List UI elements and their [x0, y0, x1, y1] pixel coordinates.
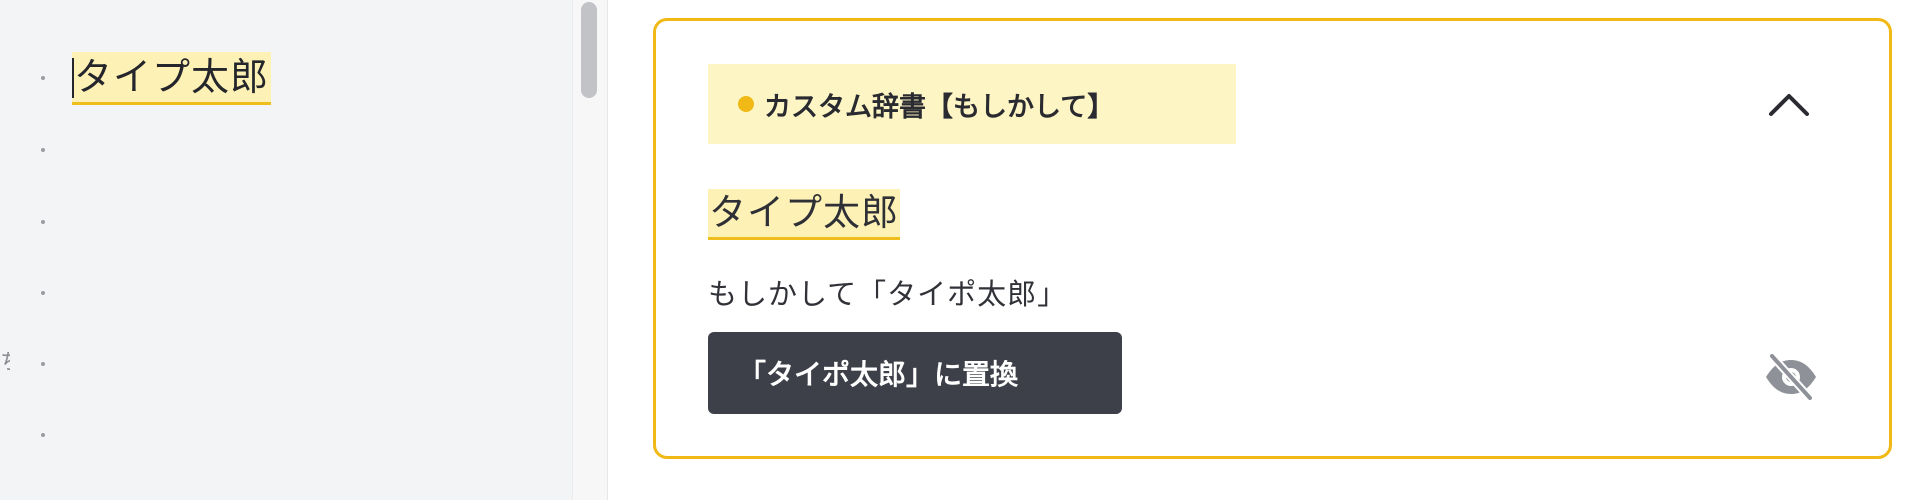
- line-marker-dot: [41, 76, 45, 80]
- gutter-text-fragment: ち: [0, 352, 10, 374]
- ignore-button[interactable]: [1761, 349, 1821, 405]
- editor-scrollbar[interactable]: [572, 0, 608, 500]
- line-marker-dot: [41, 433, 45, 437]
- app-window: ち タイプ太郎 カスタム辞書【もしかして】 タイプ太郎 もしかして「タイポ太郎」: [0, 0, 1920, 500]
- replace-button[interactable]: 「タイポ太郎」に置換: [708, 332, 1122, 414]
- collapse-button[interactable]: [1764, 79, 1814, 129]
- suggestion-panel: カスタム辞書【もしかして】 タイプ太郎 もしかして「タイポ太郎」 「タイポ太郎」…: [608, 0, 1920, 500]
- line-marker-dot: [41, 362, 45, 366]
- flagged-word: タイプ太郎: [708, 189, 900, 240]
- chevron-up-icon: [1769, 94, 1809, 116]
- line-marker-dot: [41, 220, 45, 224]
- editor-pane[interactable]: ち タイプ太郎: [0, 0, 572, 500]
- scrollbar-thumb[interactable]: [581, 2, 597, 98]
- editor-highlighted-text[interactable]: タイプ太郎: [72, 52, 272, 105]
- text-caret: [72, 58, 74, 98]
- suggestion-card[interactable]: カスタム辞書【もしかして】 タイプ太郎 もしかして「タイポ太郎」 「タイポ太郎」…: [653, 18, 1892, 459]
- line-marker-dot: [41, 291, 45, 295]
- dot-icon: [738, 96, 754, 112]
- suggestion-text: もしかして「タイポ太郎」: [708, 277, 1068, 311]
- category-badge: カスタム辞書【もしかして】: [708, 64, 1236, 144]
- line-marker-dot: [41, 148, 45, 152]
- eye-off-icon: [1766, 352, 1816, 402]
- category-label: カスタム辞書【もしかして】: [764, 91, 1115, 123]
